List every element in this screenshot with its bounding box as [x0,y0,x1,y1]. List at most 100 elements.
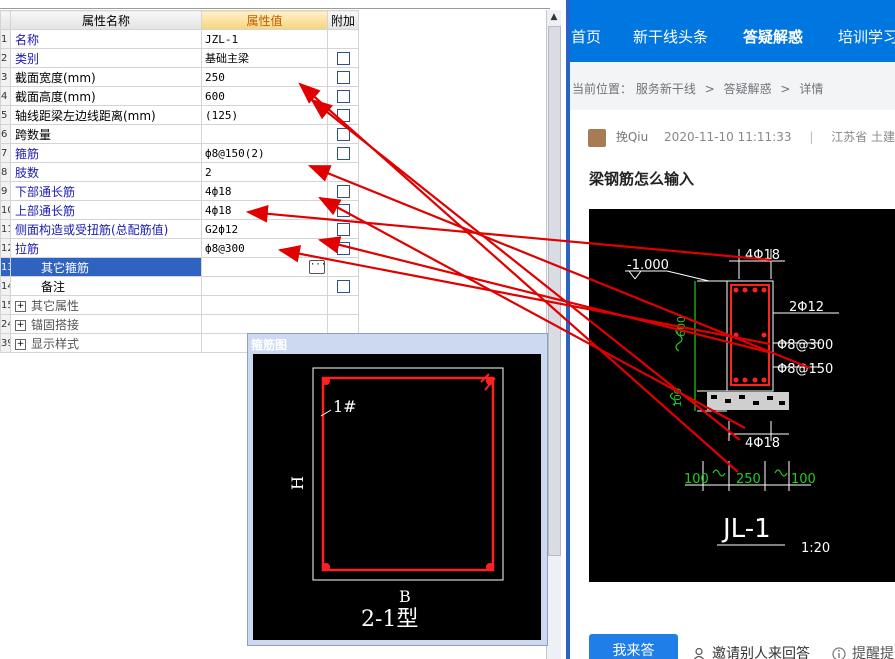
group-cell[interactable]: + 显示样式 [10,333,202,353]
extra-checkbox[interactable] [336,52,350,65]
breadcrumb-item[interactable]: 答疑解惑 [724,82,772,96]
table-row[interactable]: 12 拉筋 ф8@300 [0,238,359,258]
property-name[interactable]: 截面高度(mm) [10,86,202,106]
group-cell[interactable]: + 锚固搭接 [10,314,202,334]
extra-checkbox[interactable] [336,128,350,141]
extra-checkbox[interactable] [336,280,350,293]
table-row[interactable]: 2 类别 基础主梁 [0,48,359,68]
property-name[interactable]: 侧面构造或受扭筋(总配筋值) [10,219,202,239]
property-name[interactable]: 跨数量 [10,124,202,144]
property-name[interactable]: 名称 [10,29,202,49]
property-value[interactable]: ф8@300 [201,238,328,258]
table-row[interactable]: 4 截面高度(mm) 600 [0,86,359,106]
ellipsis-button[interactable]: ··· [309,260,326,274]
row-number: 39 [0,333,11,353]
vertical-scrollbar[interactable]: ▲ [546,10,561,659]
scrollbar-thumb[interactable] [548,26,561,556]
table-row[interactable]: 11 侧面构造或受扭筋(总配筋值) G2ф12 [0,219,359,239]
property-value[interactable] [201,124,328,144]
header-property-name[interactable]: 属性名称 [10,10,202,30]
table-row-selected[interactable]: 13 其它箍筋 ··· [0,257,359,277]
scroll-up-arrow-icon[interactable]: ▲ [547,10,561,24]
property-name[interactable]: 肢数 [10,162,202,182]
header-extra[interactable]: 附加 [327,10,359,30]
extra-checkbox[interactable] [336,147,350,160]
expand-icon[interactable]: + [15,338,26,350]
corner-bar [322,377,330,385]
property-name[interactable]: 上部通长筋 [10,200,202,220]
group-cell[interactable]: + 其它属性 [10,295,202,315]
table-row[interactable]: 1 名称 JZL-1 [0,29,359,49]
property-value[interactable]: ··· [201,257,328,277]
nav-item-training[interactable]: 培训学习 [838,26,895,47]
property-name[interactable]: 类别 [10,48,202,68]
extra-checkbox[interactable] [336,71,350,84]
extra-checkbox[interactable] [336,185,350,198]
table-row[interactable]: 6 跨数量 [0,124,359,144]
answer-button[interactable]: 我来答 [589,634,678,659]
row-number: 3 [0,67,11,87]
expand-icon[interactable]: + [15,319,26,331]
table-row[interactable]: 7 箍筋 ф8@150(2) [0,143,359,163]
extra-checkbox[interactable] [336,242,350,255]
post-category: 土建 訁 [871,130,895,144]
nav-item-headlines[interactable]: 新干线头条 [633,26,708,47]
expand-icon[interactable]: + [15,300,26,312]
remind-label: 提醒提 [852,646,894,659]
row-number: 13 [0,257,11,277]
header-property-value[interactable]: 属性值 [201,10,328,30]
property-name[interactable]: 轴线距梁左边线距离(mm) [10,105,202,125]
breadcrumb-item[interactable]: 服务新干线 [636,82,696,96]
property-name: 显示样式 [31,336,80,351]
table-row[interactable]: 9 下部通长筋 4ф18 [0,181,359,201]
nav-item-qa[interactable]: 答疑解惑 [743,26,803,47]
extra-checkbox[interactable] [336,204,350,217]
property-name[interactable]: 下部通长筋 [10,181,202,201]
avatar[interactable] [588,128,606,147]
stirrup-window-title: 箍筋图 [251,338,288,352]
table-row-group[interactable]: 24 + 锚固搭接 [0,314,359,334]
table-row[interactable]: 3 截面宽度(mm) 250 [0,67,359,87]
table-row[interactable]: 14 备注 [0,276,359,296]
table-row[interactable]: 8 肢数 2 [0,162,359,182]
extra-checkbox[interactable] [336,109,350,122]
row-number-header [0,10,11,30]
property-value[interactable]: 250 [201,67,328,87]
property-value [201,314,328,334]
label-side-bars: 2Φ12 [789,300,824,315]
invite-link[interactable]: 邀请别人来回答 [692,643,810,659]
extra-cell [327,67,359,87]
property-value[interactable]: 4ф18 [201,181,328,201]
extra-checkbox[interactable] [336,90,350,103]
property-value[interactable]: 4ф18 [201,200,328,220]
property-name[interactable]: 备注 [10,276,202,296]
property-value[interactable]: 2 [201,162,328,182]
table-row[interactable]: 10 上部通长筋 4ф18 [0,200,359,220]
remind-link[interactable]: 提醒提 [832,643,894,659]
label-stirrup: Φ8@150 [777,362,833,377]
property-name[interactable]: 箍筋 [10,143,202,163]
property-value[interactable]: ф8@150(2) [201,143,328,163]
property-value[interactable]: JZL-1 [201,29,328,49]
row-number: 2 [0,48,11,68]
row-number: 6 [0,124,11,144]
property-value[interactable]: 基础主梁 [201,48,328,68]
property-value[interactable] [201,276,328,296]
property-value[interactable]: 600 [201,86,328,106]
nav-item-home[interactable]: 首页 [571,26,601,47]
property-name[interactable]: 拉筋 [10,238,202,258]
extra-cell [327,219,359,239]
property-value [201,295,328,315]
stirrup-diagram-window[interactable]: 箍筋图 1# H B 2-1型 [247,333,548,646]
row-number: 15 [0,295,11,315]
property-name[interactable]: 截面宽度(mm) [10,67,202,87]
label-bottom-bars: 4Φ18 [745,436,780,451]
extra-checkbox[interactable] [336,223,350,236]
table-row[interactable]: 5 轴线距梁左边线距离(mm) (125) [0,105,359,125]
property-name[interactable]: 其它箍筋 [10,257,202,277]
table-row-group[interactable]: 15 + 其它属性 [0,295,359,315]
extra-cell [327,143,359,163]
post-author[interactable]: 挽Qiu [616,130,648,144]
property-value[interactable]: (125) [201,105,328,125]
property-value[interactable]: G2ф12 [201,219,328,239]
